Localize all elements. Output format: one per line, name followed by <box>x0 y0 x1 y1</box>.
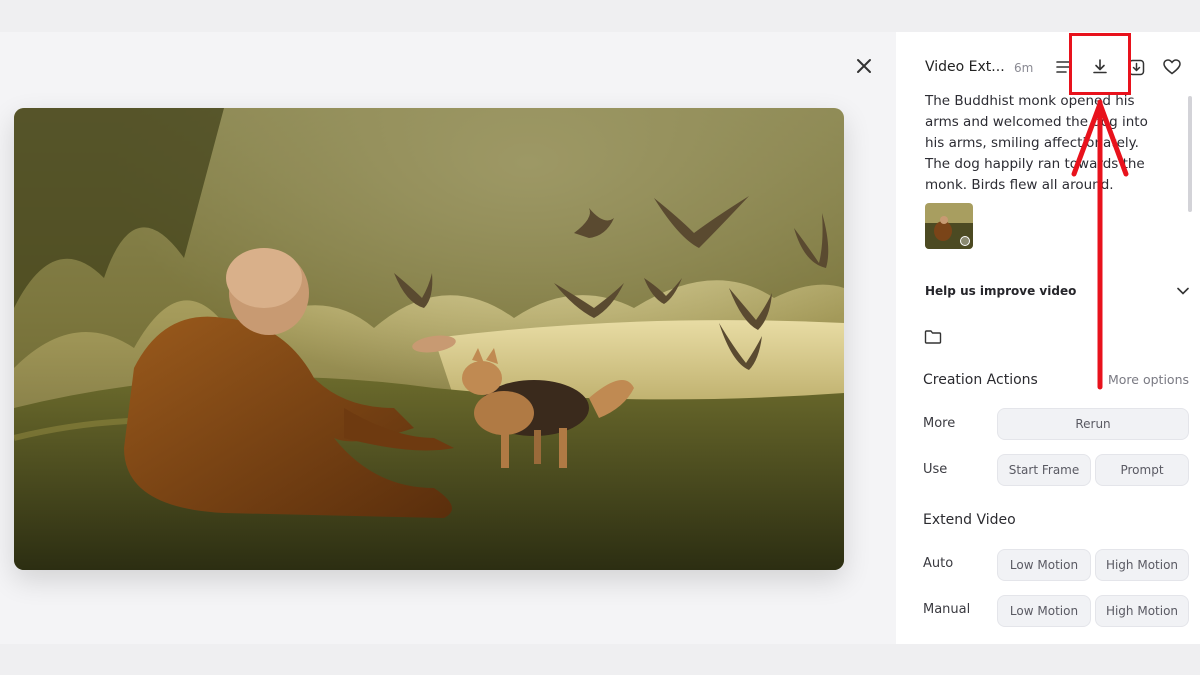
panel-scrollbar[interactable] <box>1188 96 1192 212</box>
start-frame-button[interactable]: Start Frame <box>997 454 1091 486</box>
help-improve-label: Help us improve video <box>925 284 1077 298</box>
download-button[interactable] <box>1089 56 1111 78</box>
favorite-button[interactable] <box>1161 56 1183 78</box>
panel-header: Video Ext... 6m <box>896 32 1200 96</box>
manual-row-label: Manual <box>923 602 971 617</box>
auto-row-label: Auto <box>923 556 954 571</box>
help-improve-toggle[interactable]: Help us improve video <box>925 281 1189 301</box>
bottom-strip <box>0 644 1200 675</box>
manual-low-motion-button[interactable]: Low Motion <box>997 595 1091 627</box>
auto-high-motion-button[interactable]: High Motion <box>1095 549 1189 581</box>
creation-actions-title: Creation Actions <box>923 372 1038 388</box>
video-preview[interactable] <box>14 108 844 570</box>
video-age: 6m <box>1014 61 1034 75</box>
chevron-down-icon <box>1177 287 1189 295</box>
list-icon <box>1056 61 1072 73</box>
list-button[interactable] <box>1053 56 1075 78</box>
source-image-thumbnail[interactable] <box>925 203 973 249</box>
prompt-button[interactable]: Prompt <box>1095 454 1189 486</box>
more-options-link[interactable]: More options <box>1108 372 1189 387</box>
details-panel: Video Ext... 6m The Buddhist monk opened… <box>896 32 1200 644</box>
close-button[interactable] <box>852 54 876 78</box>
use-row-label: Use <box>923 462 948 477</box>
prompt-text: The Buddhist monk opened his arms and we… <box>925 93 1148 193</box>
folder-button[interactable] <box>924 329 942 345</box>
extend-video-title: Extend Video <box>923 512 1016 528</box>
thumbnail-badge-icon <box>960 236 970 246</box>
folder-icon <box>924 330 942 344</box>
close-icon <box>857 59 871 73</box>
auto-low-motion-button[interactable]: Low Motion <box>997 549 1091 581</box>
manual-high-motion-button[interactable]: High Motion <box>1095 595 1189 627</box>
video-title: Video Ext... <box>925 59 1005 75</box>
download-icon <box>1093 59 1107 74</box>
more-row-label: More <box>923 416 956 431</box>
rerun-button[interactable]: Rerun <box>997 408 1189 440</box>
save-icon <box>1128 59 1144 75</box>
save-button[interactable] <box>1125 56 1147 78</box>
heart-icon <box>1163 59 1181 75</box>
video-scene-image <box>14 108 844 570</box>
